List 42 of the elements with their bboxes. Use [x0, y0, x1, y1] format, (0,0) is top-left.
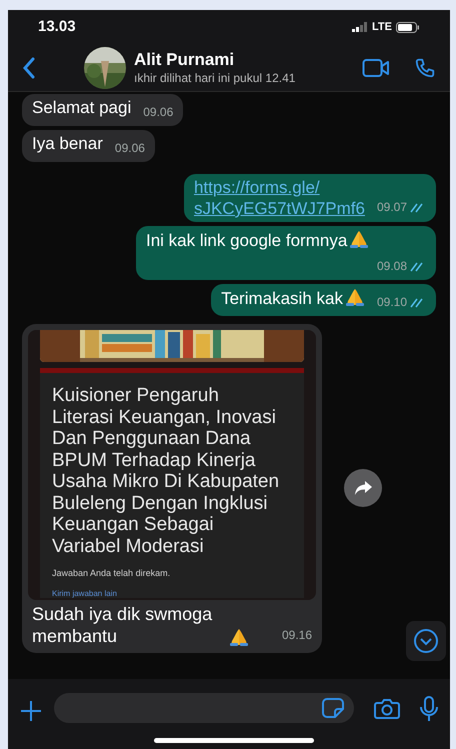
message-text: Selamat pagi	[32, 98, 132, 117]
last-seen-text: ıkhir dilihat hari ini pukul 12.41	[134, 70, 296, 86]
message-time: 09.10	[376, 294, 407, 311]
message-bubble[interactable]: Iya benar 09.06	[22, 130, 155, 162]
contact-name[interactable]: Alit Purnami	[134, 49, 354, 71]
image-card[interactable]	[28, 330, 316, 600]
form-note: Jawaban Anda telah direkam.	[52, 567, 172, 580]
phone-call-icon[interactable]	[414, 56, 436, 78]
message-input-field[interactable]	[54, 693, 354, 723]
battery-icon	[396, 22, 420, 32]
message-bubble[interactable]: Terimakasih kak 09.10	[211, 284, 436, 316]
message-bubble[interactable]: Selamat pagi 09.06	[22, 94, 184, 126]
praying-hands-icon	[344, 287, 365, 307]
plus-icon[interactable]	[20, 700, 42, 722]
back-icon[interactable]	[22, 56, 36, 78]
link[interactable]: https://forms.gle/ sJKCyEG57tWJ7Pmf6	[194, 177, 365, 219]
status-time: 13.03	[38, 16, 76, 37]
form-link[interactable]: Kirim jawaban lain	[52, 588, 292, 598]
message-time: 09.16	[282, 626, 312, 644]
scroll-down-button[interactable]	[406, 621, 446, 661]
message-time: 09.06	[114, 140, 145, 157]
message-bubble[interactable]: https://forms.gle/ sJKCyEG57tWJ7Pmf6 09.07	[184, 174, 436, 222]
message-text: Sudah iya dik swmoga membantu	[32, 602, 214, 646]
message-text: Iya benar	[32, 134, 103, 153]
message-text: Terimakasih kak	[221, 289, 343, 308]
form-title: Kuisioner Pengaruh Literasi Keuangan, Inovasi Dan Penggunaan Dana BPUM Terhadap Kinerja Usaha Mikro Di Kabupaten Buleleng Dengan Ingklusi Keuangan Sebagai Variabel Moderasi	[52, 385, 280, 557]
avatar[interactable]	[84, 46, 126, 88]
network-label: LTE	[372, 20, 392, 35]
signal-icon	[352, 22, 368, 32]
praying-hands-icon	[229, 626, 249, 646]
camera-icon[interactable]	[374, 698, 400, 720]
message-time: 09.06	[143, 104, 174, 121]
message-text: Ini kak link google formnya	[146, 231, 348, 250]
forward-icon[interactable]	[344, 469, 382, 508]
praying-hands-icon	[349, 229, 370, 249]
microphone-icon[interactable]	[420, 696, 438, 722]
message-time: 09.07	[376, 199, 407, 216]
message-bubble[interactable]: Ini kak link google formnya 09.08	[136, 226, 436, 280]
message-time: 09.08	[376, 258, 407, 275]
message-bubble[interactable]	[22, 324, 322, 652]
sticker-icon[interactable]	[322, 698, 344, 718]
video-call-icon[interactable]	[362, 58, 390, 78]
